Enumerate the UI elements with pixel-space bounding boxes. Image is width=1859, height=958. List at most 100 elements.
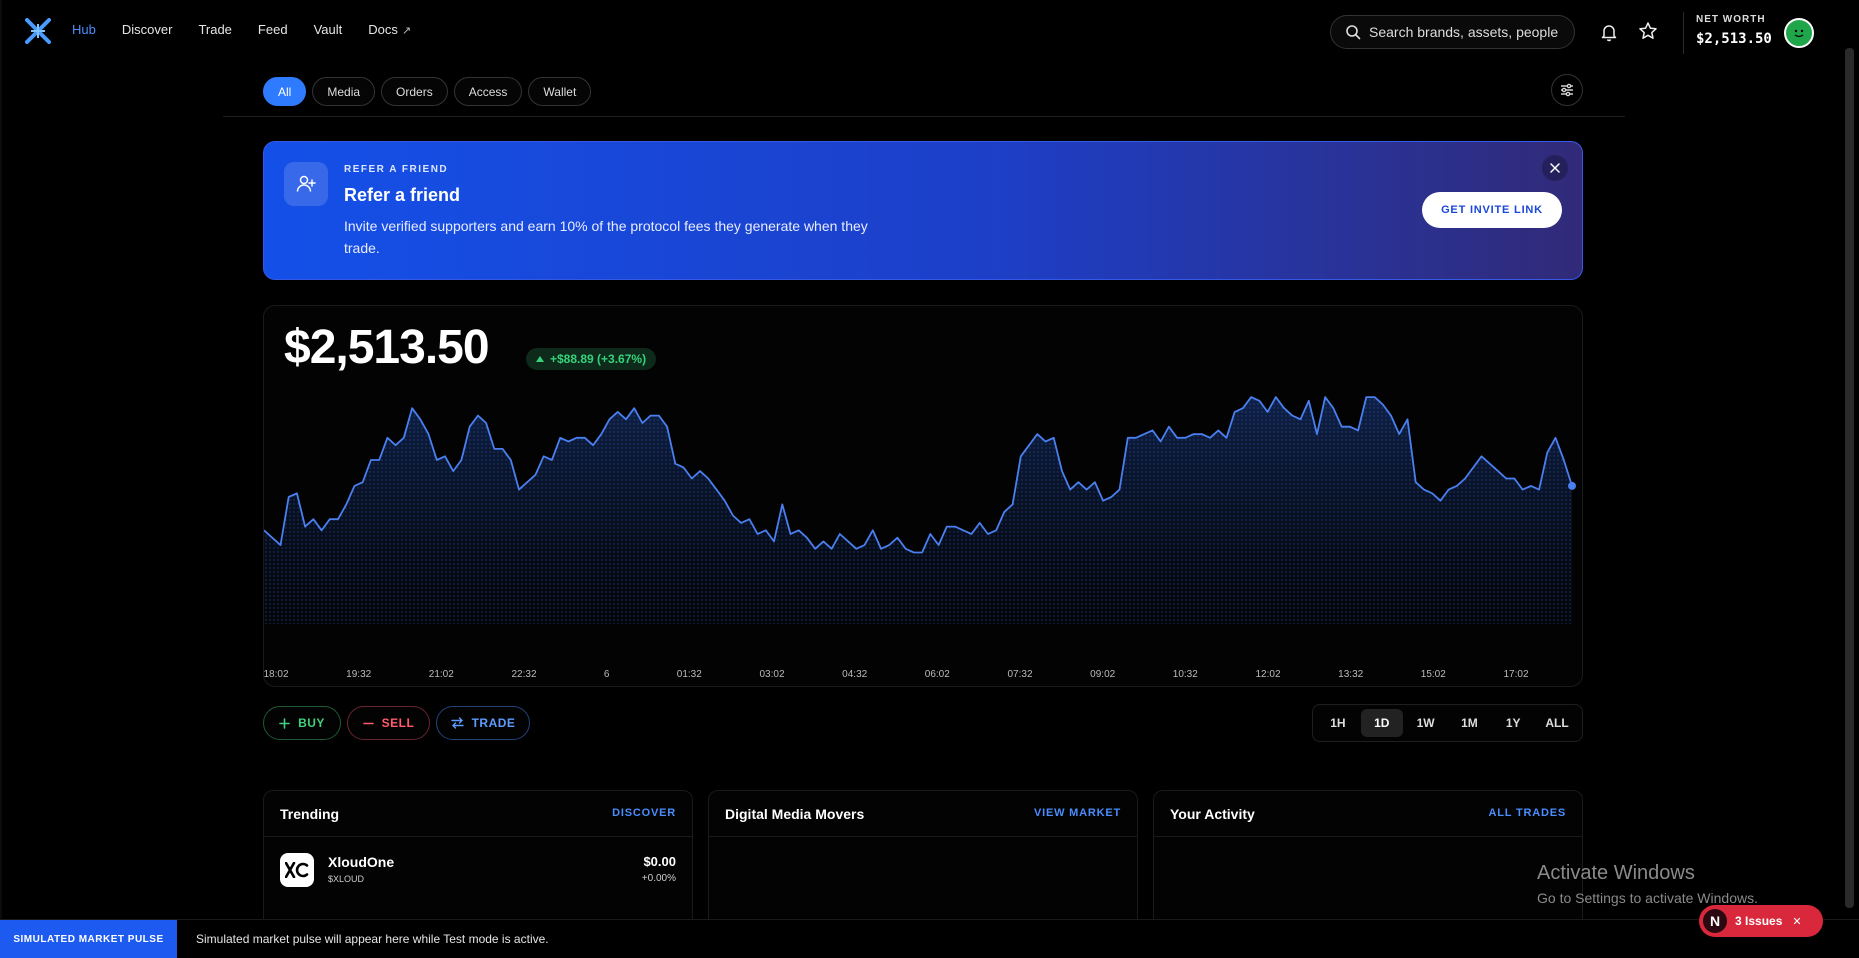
avatar-face-icon xyxy=(1794,29,1804,38)
issues-indicator[interactable]: N 3 Issues ✕ xyxy=(1699,905,1823,937)
net-worth-label: NET WORTH xyxy=(1696,14,1766,25)
search-input[interactable] xyxy=(1369,24,1569,40)
range-1d[interactable]: 1D xyxy=(1360,709,1403,737)
portfolio-change-badge: +$88.89 (+3.67%) xyxy=(526,348,657,370)
window-edge xyxy=(0,0,2,958)
time-range-selector: 1H 1D 1W 1M 1Y ALL xyxy=(1312,704,1583,742)
nav-links: Hub Discover Trade Feed Vault Docs ↗ xyxy=(72,22,463,37)
range-1h[interactable]: 1H xyxy=(1317,709,1359,737)
nav-link-hub[interactable]: Hub xyxy=(72,22,96,37)
x-axis-tick-label: 06:02 xyxy=(925,669,950,680)
coin-name: XloudOne xyxy=(328,854,395,870)
x-axis-tick-label: 21:02 xyxy=(429,669,454,680)
panel-divider xyxy=(709,836,1137,837)
add-user-icon xyxy=(284,162,328,206)
chart-current-point xyxy=(1568,481,1576,490)
x-axis-tick-label: 01:32 xyxy=(677,669,702,680)
buy-button[interactable]: BUY xyxy=(263,706,341,740)
banner-eyebrow: REFER A FRIEND xyxy=(344,164,449,175)
x-axis-tick-label: 13:32 xyxy=(1338,669,1363,680)
refer-friend-banner: REFER A FRIEND Refer a friend Invite ver… xyxy=(263,141,1583,280)
user-avatar[interactable] xyxy=(1784,18,1814,48)
search-box[interactable] xyxy=(1330,15,1575,49)
portfolio-chart-card: 18:02 19:32 21:02 22:32 6 01:32 03:02 04:32 06:0… xyxy=(263,305,1583,687)
favorites-star-icon[interactable] xyxy=(1638,21,1658,41)
x-axis-tick-label: 22:32 xyxy=(511,669,536,680)
filter-settings-button[interactable] xyxy=(1551,74,1583,106)
panel-divider xyxy=(264,836,692,837)
x-axis-tick-label: 6 xyxy=(604,669,610,680)
page-scrollbar[interactable] xyxy=(1845,48,1854,908)
app-logo-icon[interactable] xyxy=(25,18,51,44)
coin-ticker: $XLOUD xyxy=(328,874,365,884)
nav-link-feed[interactable]: Feed xyxy=(258,22,288,37)
issues-close-icon[interactable]: ✕ xyxy=(1792,915,1801,928)
swap-arrows-icon xyxy=(450,717,464,729)
x-axis-tick-label: 07:32 xyxy=(1007,669,1032,680)
up-triangle-icon xyxy=(536,356,544,362)
minus-icon xyxy=(362,722,374,724)
close-icon xyxy=(1550,163,1560,173)
nav-link-vault[interactable]: Vault xyxy=(314,22,343,37)
chart-area-dot-pattern xyxy=(264,397,1572,624)
nav-link-docs[interactable]: Docs ↗ xyxy=(368,22,437,37)
range-all[interactable]: ALL xyxy=(1536,709,1578,737)
discover-link[interactable]: DISCOVER xyxy=(612,807,676,819)
feed-filter-tabs: All Media Orders Access Wallet xyxy=(263,77,592,106)
activity-title: Your Activity xyxy=(1170,806,1255,822)
notifications-bell-icon[interactable] xyxy=(1599,22,1619,42)
nav-link-docs-label: Docs xyxy=(368,22,398,37)
x-axis-tick-label: 03:02 xyxy=(759,669,784,680)
tab-orders[interactable]: Orders xyxy=(381,77,448,106)
net-worth-value: $2,513.50 xyxy=(1696,31,1772,47)
banner-close-button[interactable] xyxy=(1542,155,1568,181)
view-market-link[interactable]: VIEW MARKET xyxy=(1034,807,1121,819)
plus-icon xyxy=(279,717,290,729)
portfolio-value: $2,513.50 xyxy=(284,321,490,374)
range-1w[interactable]: 1W xyxy=(1405,709,1447,737)
x-axis-tick-label: 04:32 xyxy=(842,669,867,680)
panel-divider xyxy=(1154,836,1582,837)
x-axis-tick-label: 10:32 xyxy=(1173,669,1198,680)
market-pulse-ticker: SIMULATED MARKET PULSE Simulated market … xyxy=(0,919,1859,958)
tab-wallet[interactable]: Wallet xyxy=(528,77,592,106)
range-1y[interactable]: 1Y xyxy=(1492,709,1534,737)
trade-label: TRADE xyxy=(471,716,516,730)
buy-label: BUY xyxy=(298,716,325,730)
tab-media[interactable]: Media xyxy=(312,77,376,106)
windows-activation-title: Activate Windows xyxy=(1537,862,1695,884)
coin-change: +0.00% xyxy=(641,873,676,884)
tab-access[interactable]: Access xyxy=(453,77,523,106)
trending-title: Trending xyxy=(280,806,340,822)
tabs-divider xyxy=(223,116,1625,117)
banner-description: Invite verified supporters and earn 10% … xyxy=(344,218,868,256)
x-axis-tick-label: 09:02 xyxy=(1090,669,1115,680)
portfolio-change-text: +$88.89 (+3.67%) xyxy=(550,352,647,366)
trade-button[interactable]: TRADE xyxy=(436,706,530,740)
issues-label: 3 Issues xyxy=(1735,914,1783,928)
ticker-label: SIMULATED MARKET PULSE xyxy=(0,920,177,958)
tab-all[interactable]: All xyxy=(263,77,307,106)
next-logo-icon: N xyxy=(1703,909,1727,933)
ticker-text: Simulated market pulse will appear here … xyxy=(196,932,549,946)
nav-link-discover[interactable]: Discover xyxy=(122,22,173,37)
scrollbar-thumb[interactable] xyxy=(1845,48,1854,908)
x-axis-tick-label: 18:02 xyxy=(264,669,289,680)
x-axis-tick-label: 12:02 xyxy=(1255,669,1280,680)
sell-label: SELL xyxy=(381,716,415,730)
coin-price: $0.00 xyxy=(643,854,676,869)
range-1m[interactable]: 1M xyxy=(1448,709,1490,737)
xloudone-logo-icon xyxy=(280,853,314,887)
all-trades-link[interactable]: ALL TRADES xyxy=(1489,807,1566,819)
movers-title: Digital Media Movers xyxy=(725,806,865,822)
get-invite-link-button[interactable]: GET INVITE LINK xyxy=(1422,192,1562,228)
sliders-icon xyxy=(1561,83,1573,97)
nav-link-trade[interactable]: Trade xyxy=(198,22,231,37)
search-icon xyxy=(1346,25,1361,40)
x-axis-tick-label: 17:02 xyxy=(1503,669,1528,680)
x-axis-tick-label: 19:32 xyxy=(346,669,371,680)
banner-title: Refer a friend xyxy=(344,185,461,205)
external-link-icon: ↗ xyxy=(401,25,412,37)
x-axis-tick-label: 15:02 xyxy=(1421,669,1446,680)
sell-button[interactable]: SELL xyxy=(347,706,430,740)
